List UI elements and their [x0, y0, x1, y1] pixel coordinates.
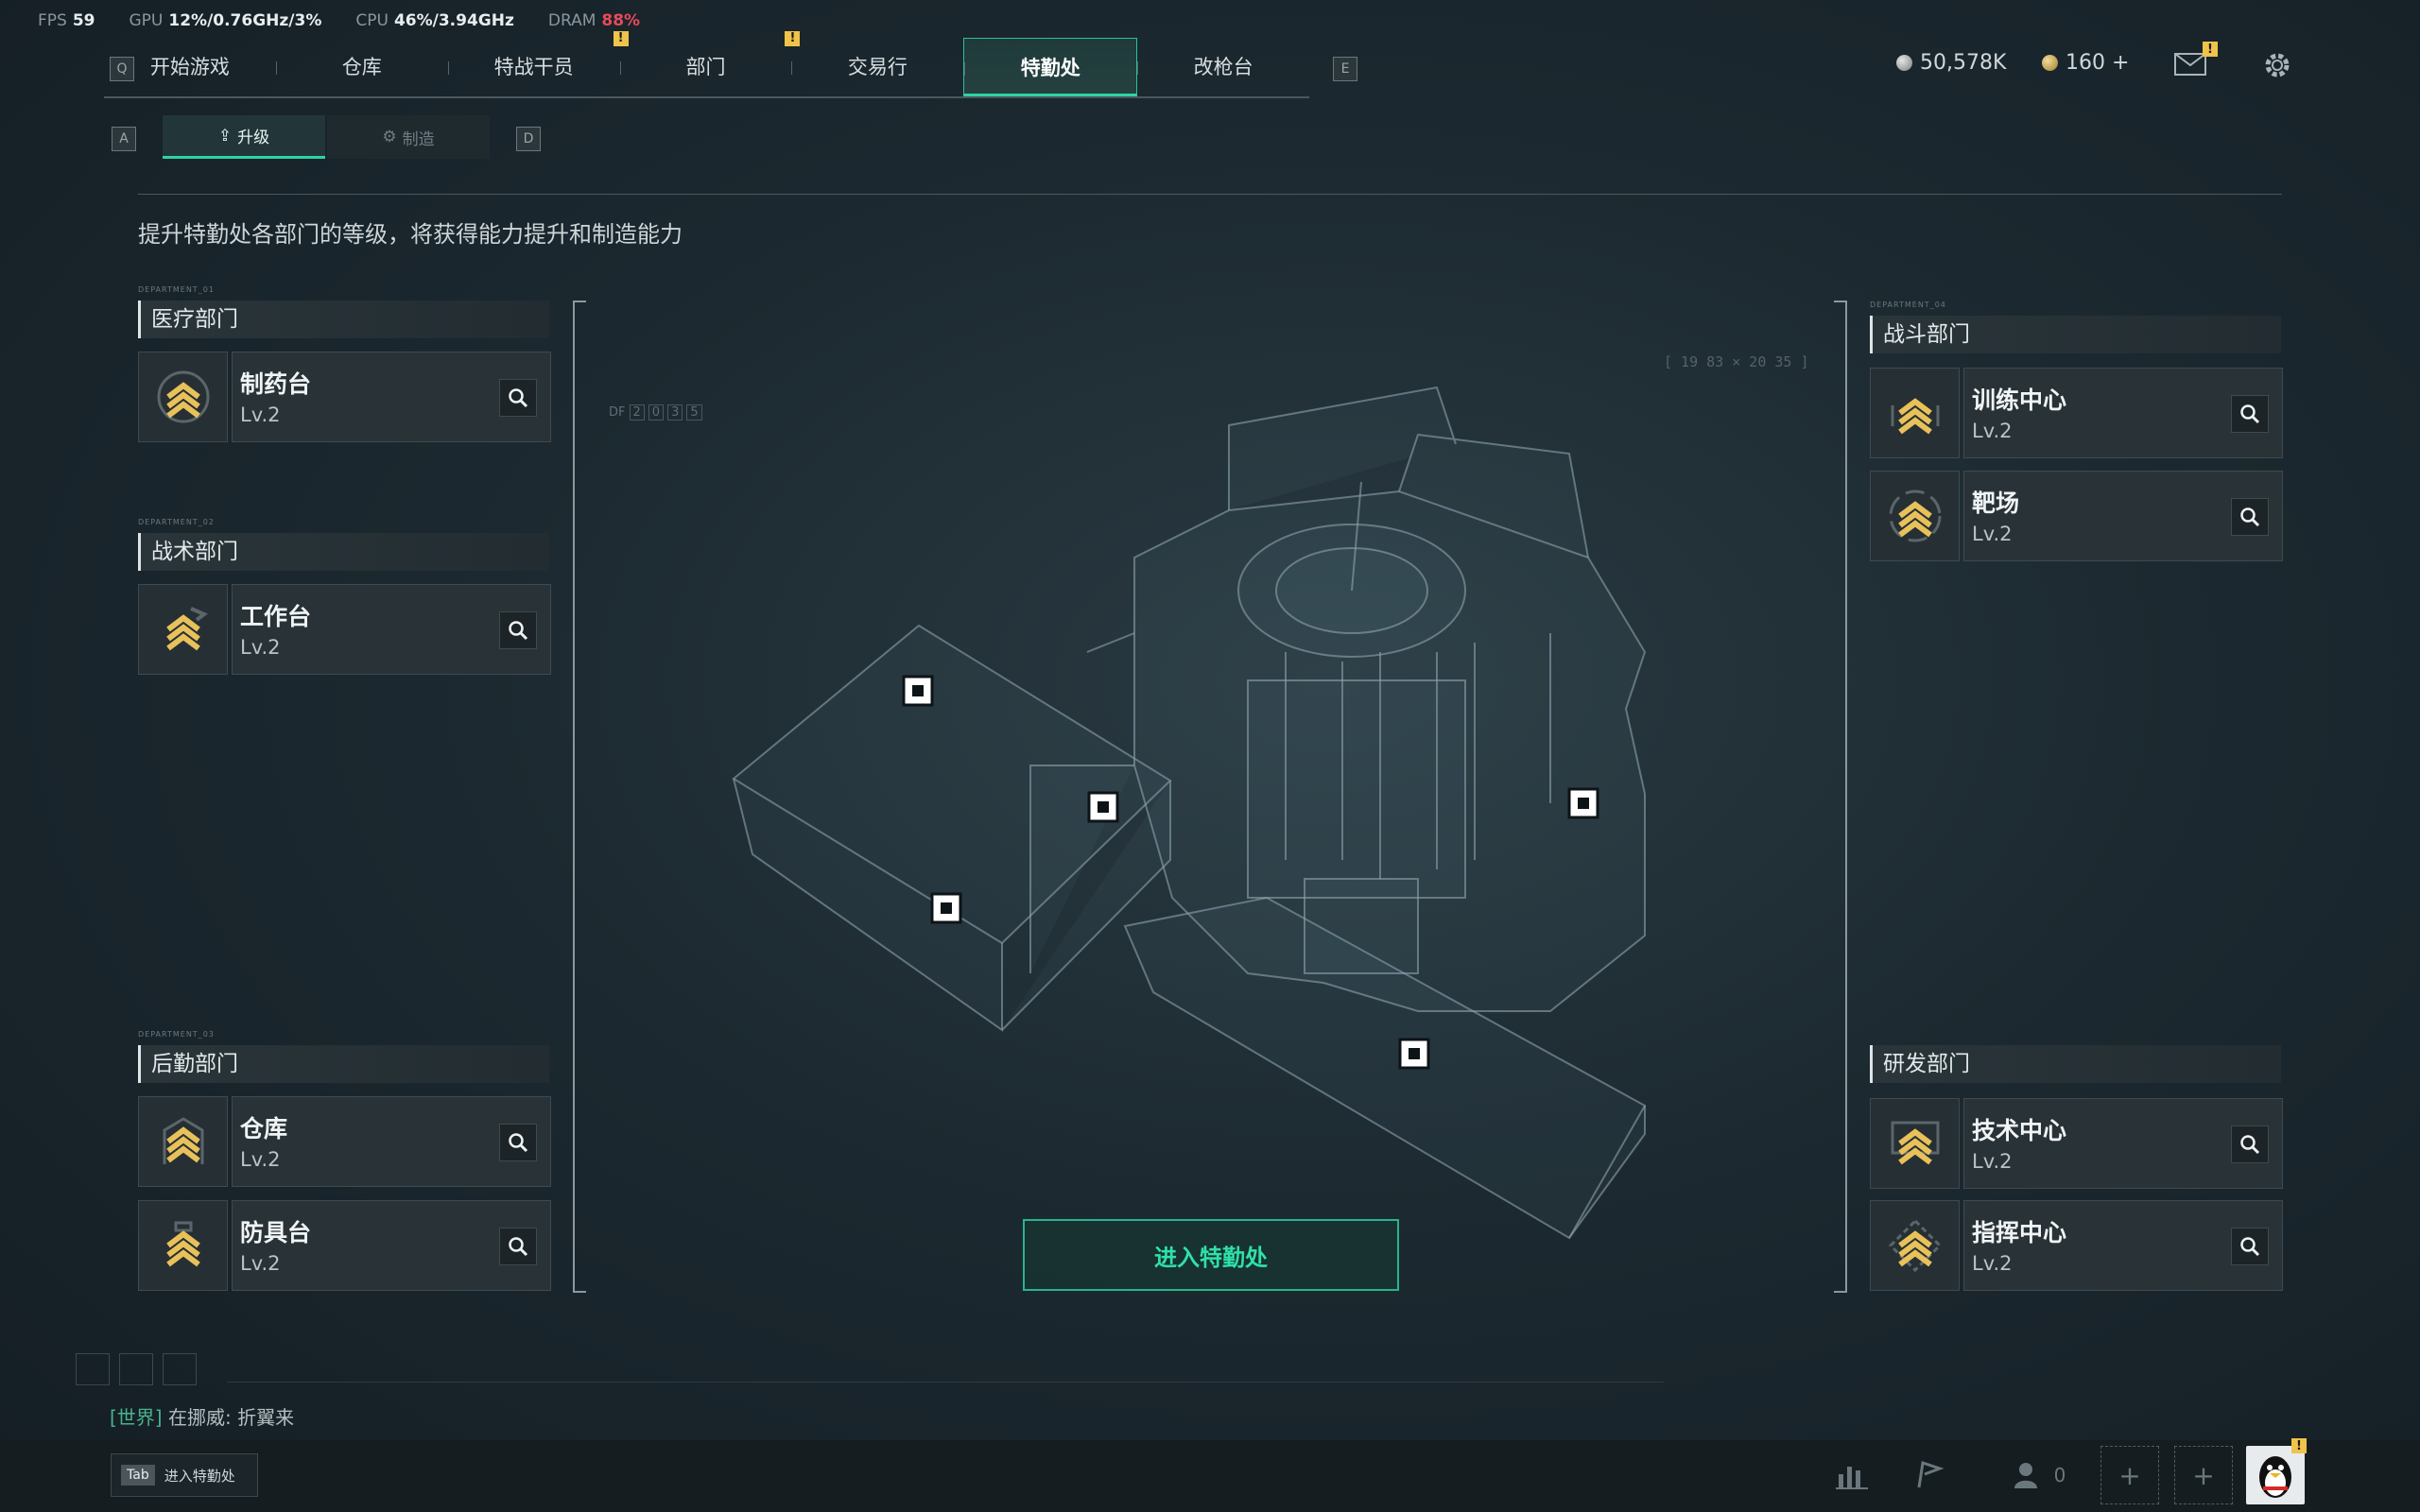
chat-channel: [世界] — [110, 1406, 163, 1429]
tab-trading[interactable]: 交易行 — [791, 38, 963, 96]
subtab-upgrade[interactable]: ⇪ 升级 — [163, 115, 325, 159]
research-facility-icon — [1870, 1200, 1960, 1291]
mail-warning-badge: ! — [2203, 42, 2218, 57]
facility-card-warehouse[interactable]: 仓库 Lv.2 — [138, 1096, 551, 1187]
dept-header-research: 研发部门 — [1870, 1045, 2281, 1083]
medical-facility-icon — [138, 352, 228, 442]
tab-warehouse[interactable]: 仓库 — [275, 38, 448, 96]
friends-button[interactable]: 0 — [1996, 1446, 2082, 1504]
combat-facility-icon — [1870, 471, 1960, 561]
left-frame — [573, 301, 586, 1293]
search-icon[interactable] — [499, 1124, 537, 1161]
hud-coords: [ 19 83 × 20 35 ] — [1664, 353, 1809, 370]
enter-special-ops-button[interactable]: 进入特勤处 — [1023, 1219, 1399, 1291]
upgrade-icon: ⇪ — [217, 126, 233, 146]
tab-special-ops[interactable]: 特勤处 — [963, 38, 1138, 96]
search-icon[interactable] — [2231, 395, 2269, 433]
subtab-prev-key[interactable]: A — [112, 127, 136, 151]
tab-start-game[interactable]: 开始游戏 — [104, 38, 276, 96]
silver-currency: 50,578K — [1896, 51, 2006, 75]
tactical-facility-icon — [138, 584, 228, 675]
page-description: 提升特勤处各部门的等级，将获得能力提升和制造能力 — [138, 221, 683, 248]
flag-icon[interactable] — [1900, 1446, 1959, 1504]
combat-facility-icon — [1870, 368, 1960, 458]
stats-icon[interactable] — [1823, 1446, 1881, 1504]
friends-icon — [2014, 1463, 2037, 1488]
gear-icon[interactable] — [2261, 49, 2293, 85]
base-wireframe-model — [732, 386, 1647, 1240]
tab-department-label: 部门 — [685, 56, 726, 78]
logistics-facility-icon — [138, 1200, 228, 1291]
facility-card-shooting-range[interactable]: 靶场 Lv.2 — [1870, 471, 2283, 561]
dram-readout: DRAM 88% — [547, 11, 641, 30]
subtab-craft[interactable]: ⚙ 制造 — [327, 115, 490, 159]
search-icon[interactable] — [499, 1228, 537, 1265]
subtab-next-key[interactable]: D — [516, 127, 541, 151]
main-nav: 开始游戏 仓库 特战干员! 部门! 交易行 特勤处 改枪台 — [104, 31, 1309, 98]
search-icon[interactable] — [2231, 1228, 2269, 1265]
logistics-facility-icon — [138, 1096, 228, 1187]
dept-code: DEPARTMENT_03 — [138, 1030, 215, 1039]
slot-box — [163, 1353, 197, 1385]
tab-hint-label: 进入特勤处 — [164, 1467, 235, 1485]
gold-coin-icon — [2042, 55, 2058, 71]
chat-user: 在挪威: — [167, 1406, 232, 1429]
avatar[interactable]: ! — [2246, 1438, 2307, 1504]
chat-line[interactable]: [世界] 在挪威: 折翼来 — [110, 1402, 294, 1430]
search-icon[interactable] — [499, 379, 537, 417]
research-facility-icon — [1870, 1098, 1960, 1189]
tab-gunsmith[interactable]: 改枪台 — [1137, 38, 1309, 96]
facility-card-workbench[interactable]: 工作台 Lv.2 — [138, 584, 551, 675]
avatar-warning-badge: ! — [2291, 1438, 2307, 1453]
search-icon[interactable] — [2231, 1125, 2269, 1163]
chat-message: 折翼来 — [237, 1406, 295, 1429]
tab-key: Tab — [121, 1465, 155, 1486]
slot-box — [119, 1353, 153, 1385]
right-frame — [1834, 301, 1847, 1293]
silver-amount: 50,578K — [1920, 51, 2007, 75]
facility-card-training-center[interactable]: 训练中心 Lv.2 — [1870, 368, 2283, 458]
gold-currency[interactable]: 160 + — [2042, 51, 2129, 75]
tab-department[interactable]: 部门! — [619, 31, 801, 96]
slot-box — [76, 1353, 110, 1385]
facility-card-command-center[interactable]: 指挥中心 Lv.2 — [1870, 1200, 2283, 1291]
craft-icon: ⚙ — [382, 128, 397, 146]
dept-header-tactical: 战术部门 — [138, 533, 549, 571]
facility-card-armor-bench[interactable]: 防具台 Lv.2 — [138, 1200, 551, 1291]
dept-header-logistics: 后勤部门 — [138, 1045, 549, 1083]
dept-header-combat: 战斗部门 — [1870, 316, 2281, 353]
facility-card-pharmacy[interactable]: 制药台 Lv.2 — [138, 352, 551, 442]
add-slot-button[interactable]: + — [2100, 1446, 2159, 1504]
mail-icon[interactable]: ! — [2174, 42, 2218, 77]
dept-code: DEPARTMENT_02 — [138, 518, 215, 526]
divider — [227, 1382, 1664, 1383]
dept-code: DEPARTMENT_04 — [1870, 301, 1946, 309]
nav-next-key[interactable]: E — [1333, 57, 1357, 81]
gold-amount: 160 + — [2066, 51, 2130, 75]
tab-operators[interactable]: 特战干员! — [447, 31, 629, 96]
tab-operators-label: 特战干员 — [493, 56, 574, 78]
performance-overlay: FPS 59 GPU 12%/0.76GHz/3% CPU 46%/3.94GHz D… — [38, 11, 640, 30]
gpu-readout: GPU 12%/0.76GHz/3% — [129, 11, 322, 30]
fps-readout: FPS 59 — [38, 11, 95, 30]
subtab-upgrade-label: 升级 — [237, 129, 270, 147]
friends-count: 0 — [2053, 1464, 2066, 1486]
penguin-avatar-icon — [2259, 1456, 2291, 1498]
facility-card-tech-center[interactable]: 技术中心 Lv.2 — [1870, 1098, 2283, 1189]
search-icon[interactable] — [499, 611, 537, 649]
subtab-craft-label: 制造 — [402, 129, 435, 149]
cpu-readout: CPU 46%/3.94GHz — [355, 11, 514, 30]
search-icon[interactable] — [2231, 498, 2269, 536]
hud-df-readout: DF 2 0 3 5 — [609, 404, 702, 421]
silver-coin-icon — [1896, 55, 1912, 71]
add-slot-button[interactable]: + — [2174, 1446, 2233, 1504]
dept-header-medical: 医疗部门 — [138, 301, 549, 338]
divider — [138, 194, 2282, 195]
tab-hotkey-hint[interactable]: Tab 进入特勤处 — [111, 1453, 258, 1497]
dept-code: DEPARTMENT_01 — [138, 285, 215, 294]
